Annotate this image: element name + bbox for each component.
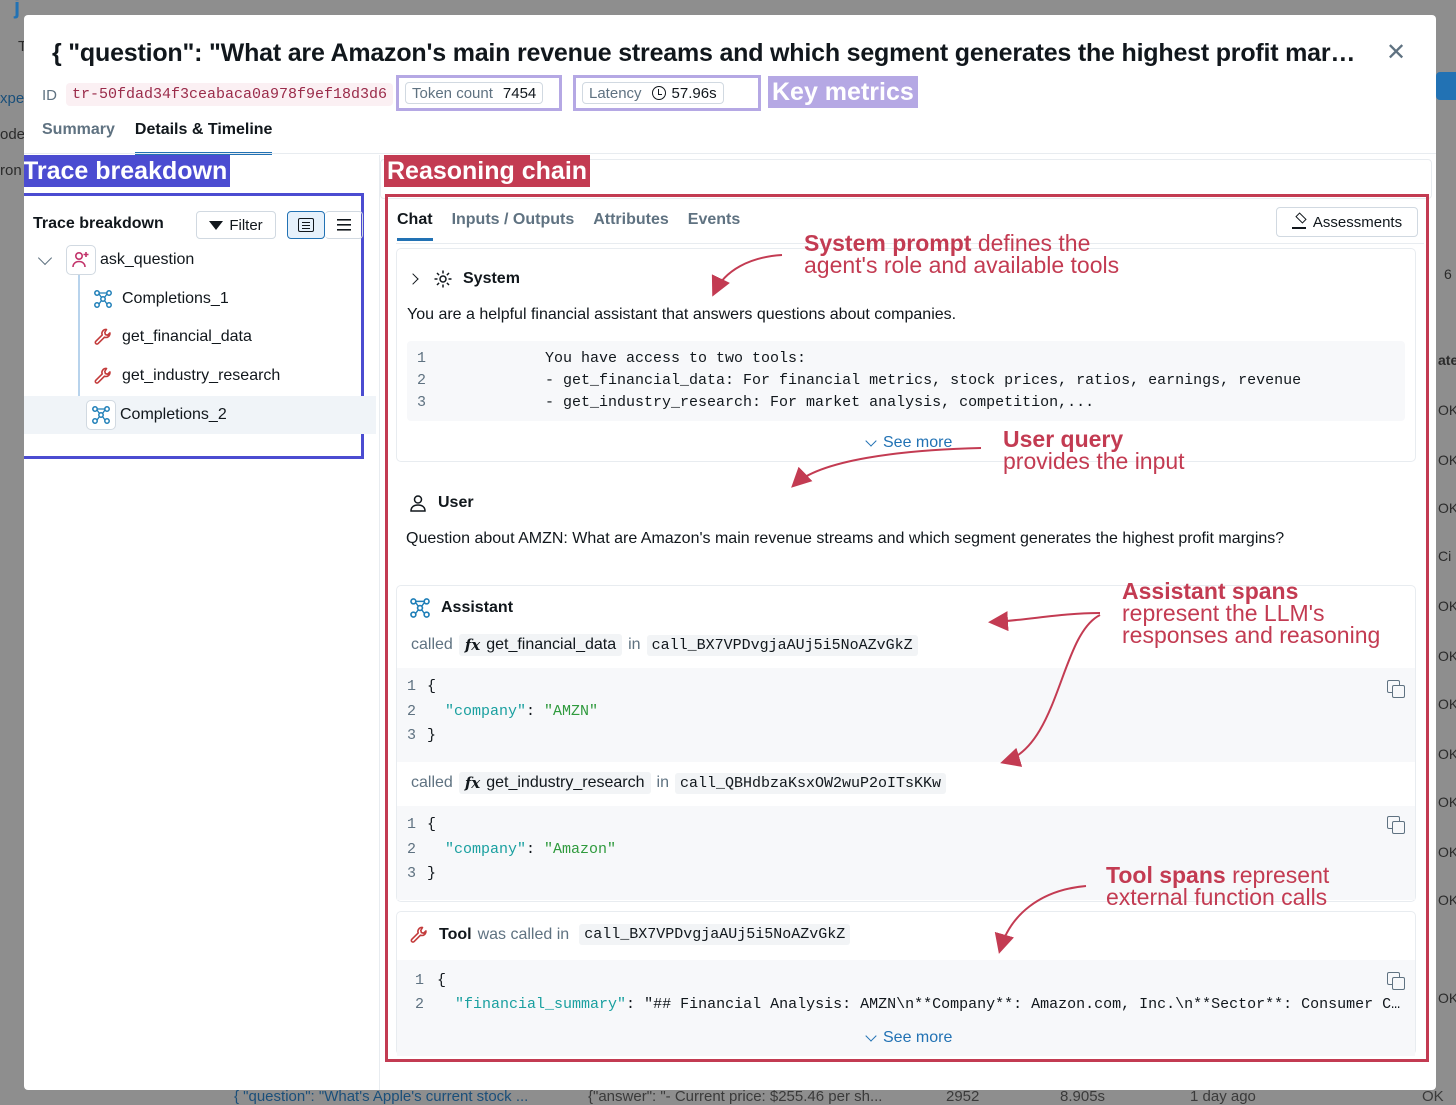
token-count-highlight: Token count 7454	[396, 75, 562, 111]
llm-icon	[88, 284, 118, 314]
tab-summary[interactable]: Summary	[42, 121, 115, 155]
reasoning-chain-annotation: Reasoning chain	[384, 155, 591, 187]
trace-id[interactable]: tr-50fdad34f3ceabaca0a978f9ef18d3d6	[66, 83, 394, 106]
trace-detail-modal: { "question": "What are Amazon's main re…	[24, 15, 1436, 1090]
gear-icon	[434, 270, 452, 288]
trace-breakdown-annotation: Trace breakdown	[24, 155, 231, 187]
chevron-down-icon[interactable]	[37, 250, 53, 265]
copy-icon[interactable]	[1387, 816, 1405, 834]
function-icon: fx	[464, 636, 481, 654]
tree-node-get-financial-data[interactable]: get_financial_data	[24, 318, 376, 356]
call-id: call_BX7VPDvgjaAUj5i5NoAZvGkZ	[579, 924, 851, 945]
tool-see-more[interactable]: See more	[865, 1029, 952, 1047]
function-icon: fx	[464, 774, 481, 792]
background-left-edge: j T xpe ode ron	[0, 0, 28, 179]
llm-icon	[86, 400, 116, 430]
trace-tree-title: Trace breakdown	[33, 215, 164, 232]
copy-icon[interactable]	[1387, 680, 1405, 698]
tool-call-row: called fx get_financial_data in call_BX7V…	[411, 634, 918, 656]
llm-icon	[410, 598, 430, 618]
timeline-view-button[interactable]	[325, 211, 363, 239]
close-icon[interactable]: ✕	[1384, 41, 1408, 65]
tree-node-completions-1[interactable]: Completions_1	[24, 280, 376, 318]
tree-node-completions-2[interactable]: Completions_2	[24, 396, 376, 434]
tab-attributes[interactable]: Attributes	[593, 211, 669, 241]
system-code-block: 1 You have access to two tools: 2 - get_…	[407, 341, 1405, 421]
span-detail-panel: Reasoning chain Chat Inputs / Outputs At…	[380, 155, 1436, 1090]
id-label: ID	[42, 87, 57, 104]
token-count-value: 7454	[502, 84, 537, 102]
system-header[interactable]: System	[407, 269, 520, 289]
span-tabs: Chat Inputs / Outputs Attributes Events	[397, 211, 740, 241]
clock-icon	[651, 86, 666, 100]
gavel-icon	[1291, 215, 1306, 229]
list-view-icon	[298, 218, 314, 232]
wrench-icon	[88, 322, 118, 352]
latency-highlight: Latency 57.96s	[573, 75, 761, 111]
call-id: call_BX7VPDvgjaAUj5i5NoAZvGkZ	[646, 634, 918, 656]
tool-message-card: Tool was called in call_BX7VPDvgjaAUj5i5…	[396, 911, 1416, 1056]
user-icon	[410, 495, 426, 512]
function-chip[interactable]: fx get_financial_data	[458, 634, 623, 656]
tree-node-ask-question[interactable]: ask_question	[24, 241, 376, 279]
tab-inputs-outputs[interactable]: Inputs / Outputs	[452, 211, 575, 241]
modal-tabs: Summary Details & Timeline	[42, 121, 273, 155]
trace-tree-header: Trace breakdown Filter	[33, 211, 363, 241]
filter-button[interactable]: Filter	[196, 211, 276, 239]
tab-events[interactable]: Events	[688, 211, 740, 241]
modal-title: { "question": "What are Amazon's main re…	[52, 39, 1362, 67]
chevron-right-icon[interactable]	[407, 273, 419, 285]
wrench-icon	[88, 361, 118, 391]
tree-node-get-industry-research[interactable]: get_industry_research	[24, 357, 376, 395]
key-metrics-annotation: Key metrics	[768, 76, 918, 108]
trace-tree-panel: Trace breakdown Trace breakdown Filter a…	[24, 155, 380, 1090]
user-header: User	[408, 493, 474, 513]
assistant-spans-annotation: Assistant spans represent the LLM's respon…	[1122, 578, 1381, 648]
tree-view-button[interactable]	[287, 211, 325, 239]
system-prompt-annotation: System prompt defines the agent's role an…	[804, 230, 1120, 278]
assistant-header: Assistant	[409, 597, 513, 619]
chevron-down-icon	[865, 1030, 877, 1042]
user-message-card: User Question about AMZN: What are Amazo…	[396, 479, 1416, 565]
tool-call-row: called fx get_industry_research in call_Q…	[411, 772, 947, 794]
tab-chat[interactable]: Chat	[397, 211, 433, 241]
tool-call-args: 1{ 2 "company": "AMZN" 3}	[397, 668, 1415, 762]
assessments-button[interactable]: Assessments	[1276, 207, 1418, 237]
function-chip[interactable]: fx get_industry_research	[458, 772, 651, 794]
tab-details-timeline[interactable]: Details & Timeline	[134, 121, 273, 155]
tool-header: Tool was called in call_BX7VPDvgjaAUj5i5…	[409, 924, 851, 945]
copy-icon[interactable]	[1387, 972, 1405, 990]
system-text: You are a helpful financial assistant th…	[407, 306, 957, 323]
system-see-more[interactable]: See more	[865, 434, 952, 452]
filter-icon	[209, 220, 224, 230]
tool-spans-annotation: Tool spans represent external function ca…	[1106, 862, 1330, 910]
latency-badge: Latency 57.96s	[582, 82, 724, 104]
token-count-badge: Token count 7454	[405, 82, 544, 104]
chevron-down-icon	[865, 435, 877, 447]
timeline-icon	[336, 219, 351, 231]
call-id: call_QBHdbzaKsxOW2wuP2oITsKKw	[674, 772, 947, 794]
user-text: Question about AMZN: What are Amazon's m…	[406, 530, 1285, 547]
background-right-edge: 6 ate OK OK OK Ci OK OK OK OK OK OK OK O…	[1438, 266, 1456, 1006]
latency-value: 57.96s	[671, 84, 717, 102]
agent-icon	[66, 245, 96, 275]
system-message-card: System You are a helpful financial assis…	[396, 248, 1416, 462]
user-query-annotation: User query provides the input	[1003, 426, 1185, 474]
tabs-divider	[24, 153, 1436, 154]
wrench-icon	[410, 926, 427, 943]
